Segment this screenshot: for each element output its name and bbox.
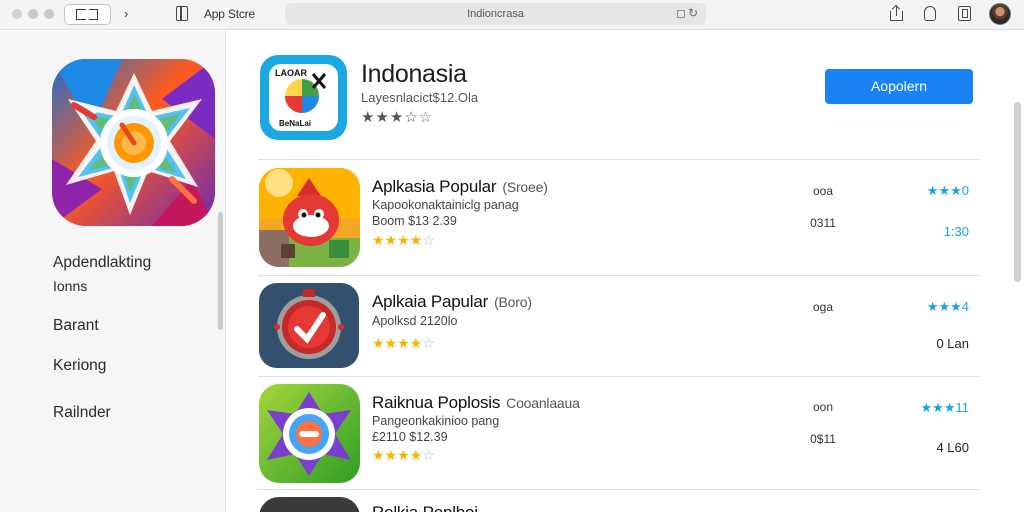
- empty-star-icon: ☆: [418, 109, 434, 126]
- sidebar-item-label: Apdendlakting: [53, 254, 152, 271]
- sidebar-icon-right: [89, 9, 98, 20]
- avatar[interactable]: [989, 3, 1011, 25]
- zoom-window-button[interactable]: [44, 9, 54, 19]
- page-subtitle: Layesnlacict$12.Ola: [361, 90, 479, 105]
- row-rating-stars: ★★★★☆: [372, 335, 435, 351]
- featured-app-artwork: [52, 59, 215, 226]
- close-window-button[interactable]: [12, 9, 22, 19]
- row-tag: (Boro): [494, 294, 532, 310]
- app-icon: [259, 168, 360, 267]
- header-icon-caption: BeNaLai: [279, 119, 311, 128]
- sidebar-item-label: Keriong: [53, 357, 107, 374]
- sidebar-item-label: Ionns: [53, 278, 88, 294]
- row-right-value: 4 L60: [936, 440, 969, 455]
- get-button[interactable]: Aopolern: [825, 69, 973, 104]
- header-app-icon[interactable]: LAOAR BeNaLai: [260, 55, 347, 140]
- sidebar-item-label: Barant: [53, 317, 99, 334]
- forward-arrow-icon[interactable]: ›: [124, 6, 128, 21]
- row-description: Apolksd 2120lo: [372, 314, 458, 328]
- minimize-window-button[interactable]: [28, 9, 38, 19]
- row-title: Raiknua Poplosis Cooanlaaua: [372, 393, 580, 413]
- featured-app-icon[interactable]: [52, 59, 215, 226]
- divider: [258, 489, 979, 490]
- row-col2: 0$11: [810, 432, 836, 446]
- sidebar-scrollbar[interactable]: [218, 212, 223, 330]
- row-price: £2110 $12.39: [372, 430, 448, 444]
- divider: [258, 376, 979, 377]
- address-text: Indioncrasa: [467, 8, 524, 20]
- sidebar-item-label: Railnder: [53, 404, 111, 421]
- header-icon-text: LAOAR: [275, 68, 307, 78]
- app-title: App Stcre: [204, 7, 255, 21]
- row-col1: oon: [812, 400, 834, 414]
- divider: [258, 159, 979, 160]
- app-icon: [259, 384, 360, 483]
- header-app-artwork: LAOAR BeNaLai: [275, 68, 327, 128]
- share-icon[interactable]: [890, 6, 903, 21]
- app-icon: [259, 497, 360, 512]
- header-rating-stars: ★★★☆☆: [361, 108, 433, 126]
- row-right-rating: ★★★11: [920, 400, 969, 415]
- row-right-rating: ★★★4: [926, 299, 969, 314]
- row-right-rating: ★★★0: [926, 183, 969, 198]
- row-right-value: 0 Lan: [936, 336, 969, 351]
- row-price: Boom $13 2.39: [372, 214, 457, 228]
- tabs-overview-icon[interactable]: [958, 6, 971, 21]
- row-col1: ooa: [812, 184, 834, 198]
- row-tag: (Sroee): [502, 179, 548, 195]
- reload-icon[interactable]: ◻︎↻: [676, 6, 700, 20]
- row-col1: oga: [812, 300, 834, 314]
- app-icon: [259, 283, 359, 368]
- row-title-text: Raiknua Poplosis: [372, 393, 501, 412]
- address-bar[interactable]: Indioncrasa ◻︎↻: [285, 3, 706, 25]
- divider: [258, 275, 979, 276]
- row-title: Aplkaia Papular (Boro): [372, 292, 532, 312]
- row-right-value: 1:30: [943, 224, 969, 239]
- row-description: Kapookonaktainiclg panag: [372, 198, 519, 212]
- row-tag: Cooanlaaua: [506, 395, 580, 411]
- page-title: Indonasia: [361, 60, 467, 88]
- row-description: Pangeonkakinioo pang: [372, 414, 500, 428]
- row-title: Rolkia Poplboi: [372, 503, 478, 512]
- row-rating-stars: ★★★★☆: [372, 232, 435, 248]
- main-scrollbar[interactable]: [1014, 102, 1021, 282]
- reader-icon[interactable]: [176, 6, 188, 21]
- sidebar-toggle-button[interactable]: [64, 4, 111, 25]
- row-title-text: Aplkaia Papular: [372, 292, 489, 311]
- sidebar-icon: [76, 9, 86, 20]
- title-bar: › App Stcre Indioncrasa ◻︎↻: [0, 0, 1024, 30]
- row-col2: 0311: [810, 216, 836, 230]
- downloads-icon[interactable]: [924, 6, 936, 21]
- header-stars-filled: ★★★☆: [361, 109, 419, 126]
- row-rating-stars: ★★★★☆: [372, 447, 435, 463]
- row-title-text: Aplkasia Popular: [372, 177, 497, 196]
- row-title: Aplkasia Popular (Sroee): [372, 177, 548, 197]
